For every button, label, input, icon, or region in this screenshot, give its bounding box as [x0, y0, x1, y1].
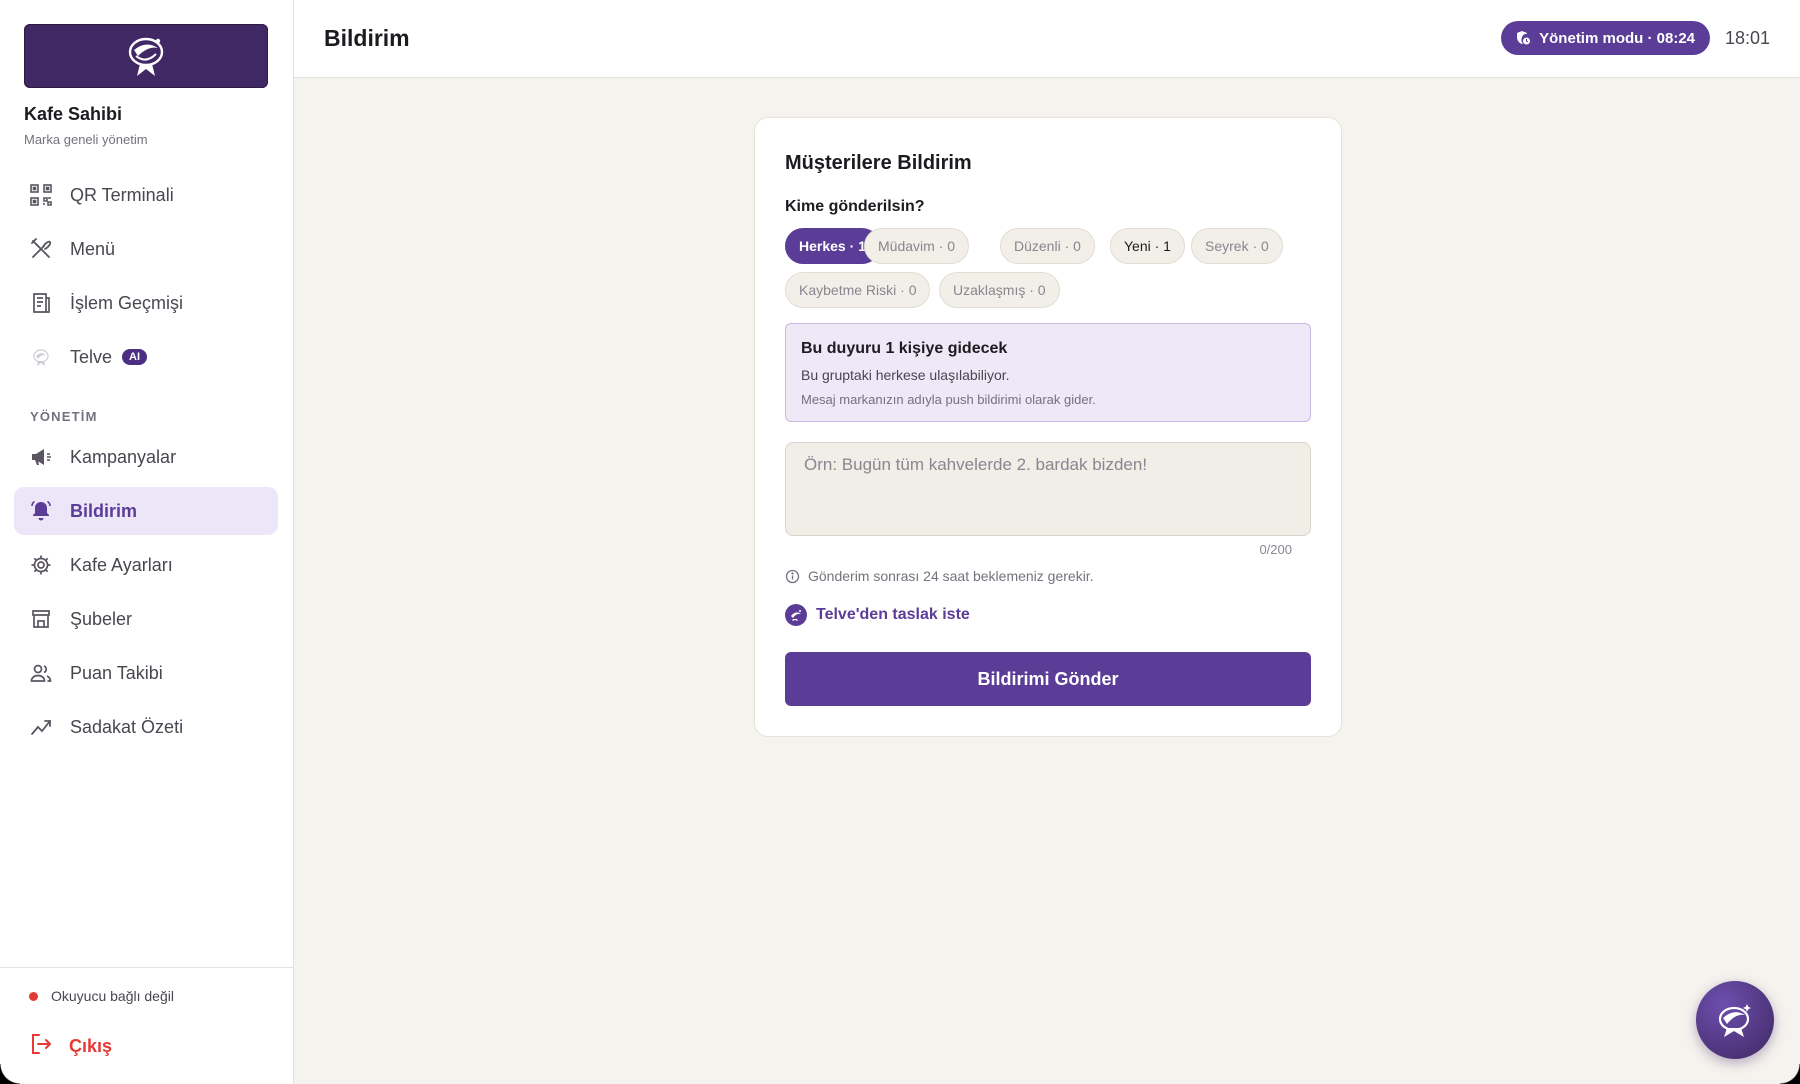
qr-code-icon	[28, 182, 54, 208]
nav-label: Menü	[70, 238, 116, 259]
admin-mode-pill[interactable]: Yönetim modu · 08:24	[1501, 21, 1710, 55]
sidebar: Kafe Sahibi Marka geneli yönetim QR Term…	[0, 0, 294, 1084]
topbar: Bildirim Yönetim modu · 08:24 18:01	[294, 0, 1800, 78]
telve-sparkle-icon	[785, 604, 807, 626]
logout-icon	[29, 1032, 53, 1061]
notification-card: Müşterilere Bildirim Kime gönderilsin? H…	[754, 117, 1342, 737]
nav-item-qr-terminal[interactable]: QR Terminali	[14, 171, 278, 219]
telve-draft-link[interactable]: Telve'den taslak iste	[785, 604, 970, 626]
telve-assistant-icon	[1718, 1004, 1751, 1037]
utensils-icon	[28, 236, 54, 262]
status-dot-icon	[29, 991, 38, 1001]
trend-icon	[28, 714, 54, 740]
telve-draft-label: Telve'den taslak iste	[816, 606, 970, 623]
segment-chip-at-risk[interactable]: Kaybetme Riski · 0	[785, 272, 931, 308]
store-icon	[28, 606, 54, 632]
nav-label: İşlem Geçmişi	[70, 292, 184, 313]
logout-label: Çıkış	[69, 1036, 113, 1056]
segment-chip-drifted[interactable]: Uzaklaşmış · 0	[939, 272, 1060, 308]
nav-item-menu[interactable]: Menü	[14, 225, 278, 273]
segment-chip-rare[interactable]: Seyrek · 0	[1191, 228, 1283, 264]
target-label: Kime gönderilsin?	[785, 198, 925, 215]
nav-label: QR Terminali	[70, 184, 174, 205]
character-counter: 0/200	[1259, 542, 1292, 557]
nav-label: Bildirim	[70, 500, 138, 521]
sidebar-footer: Okuyucu bağlı değil Çıkış	[0, 967, 293, 1084]
reader-status-text: Okuyucu bağlı değil	[51, 988, 174, 1004]
cooldown-text: Gönderim sonrası 24 saat beklemeniz gere…	[808, 568, 1094, 584]
nav-item-cafe-settings[interactable]: Kafe Ayarları	[14, 541, 278, 589]
telve-logo-icon	[128, 37, 164, 76]
segment-chip-regular[interactable]: Müdavim · 0	[864, 228, 970, 264]
page-title: Bildirim	[324, 25, 410, 51]
send-notification-button[interactable]: Bildirimi Gönder	[785, 652, 1311, 706]
card-title: Müşterilere Bildirim	[785, 152, 972, 174]
telve-assistant-button[interactable]	[1696, 981, 1774, 1059]
telve-icon	[28, 344, 54, 370]
audience-info-box: Bu duyuru 1 kişiye gidecek Bu gruptaki h…	[785, 323, 1311, 422]
nav-label: Telve	[70, 346, 113, 367]
reader-status: Okuyucu bağlı değil	[29, 988, 174, 1004]
bell-icon	[28, 498, 54, 524]
cooldown-note: Gönderim sonrası 24 saat beklemeniz gere…	[785, 568, 1094, 584]
nav-label: Kampanyalar	[70, 446, 177, 467]
admin-nav: Kampanyalar Bildirim Kafe Ayarları Şubel…	[14, 433, 278, 757]
screen-corner	[0, 1064, 20, 1084]
nav-item-telve[interactable]: Telve AI	[14, 333, 278, 381]
audience-delivery-text: Mesaj markanızın adıyla push bildirimi o…	[801, 392, 1096, 407]
gear-icon	[28, 552, 54, 578]
nav-label: Puan Takibi	[70, 662, 163, 683]
nav-item-points-tracking[interactable]: Puan Takibi	[14, 649, 278, 697]
users-icon	[28, 660, 54, 686]
receipt-icon	[28, 290, 54, 316]
screen-corner	[1780, 1064, 1800, 1084]
nav-item-notification[interactable]: Bildirim	[14, 487, 278, 535]
main-nav: QR Terminali Menü İşlem Geçmişi Telve AI	[14, 171, 278, 387]
clock: 18:01	[1724, 28, 1770, 48]
segment-chip-new[interactable]: Yeni · 1	[1110, 228, 1185, 264]
nav-label: Şubeler	[70, 608, 133, 629]
nav-item-transaction-history[interactable]: İşlem Geçmişi	[14, 279, 278, 327]
nav-label: Sadakat Özeti	[70, 716, 184, 737]
segment-chip-frequent[interactable]: Düzenli · 0	[1000, 228, 1095, 264]
nav-item-branches[interactable]: Şubeler	[14, 595, 278, 643]
info-icon	[785, 569, 800, 584]
owner-name: Kafe Sahibi	[24, 104, 123, 124]
nav-item-loyalty-summary[interactable]: Sadakat Özeti	[14, 703, 278, 751]
section-label-management: YÖNETİM	[30, 409, 98, 424]
message-input[interactable]	[785, 442, 1311, 536]
audience-reach-text: Bu gruptaki herkese ulaşılabiliyor.	[801, 367, 1010, 383]
shield-clock-icon	[1515, 30, 1531, 46]
logout-button[interactable]: Çıkış	[29, 1032, 112, 1061]
brand-logo[interactable]	[24, 24, 268, 88]
audience-count-title: Bu duyuru 1 kişiye gidecek	[801, 340, 1008, 357]
nav-item-campaigns[interactable]: Kampanyalar	[14, 433, 278, 481]
ai-badge: AI	[122, 349, 148, 365]
main-content: Bildirim Yönetim modu · 08:24 18:01 Müşt…	[294, 0, 1800, 1084]
nav-label: Kafe Ayarları	[70, 554, 173, 575]
admin-mode-label: Yönetim modu · 08:24	[1539, 29, 1695, 47]
owner-subtitle: Marka geneli yönetim	[24, 132, 148, 147]
megaphone-icon	[28, 444, 54, 470]
